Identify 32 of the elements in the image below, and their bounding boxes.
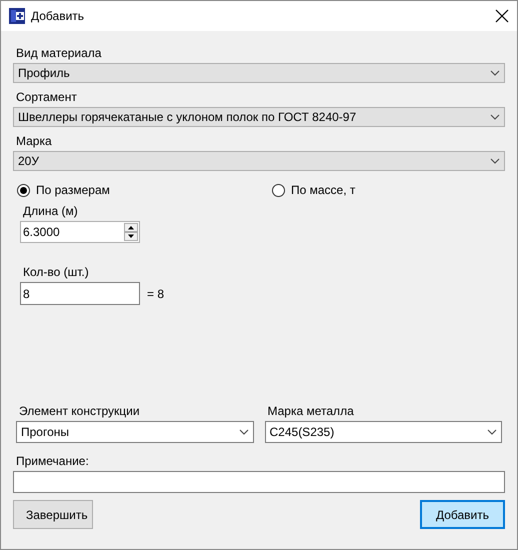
chevron-down-icon <box>490 158 500 164</box>
note-field[interactable] <box>13 471 505 493</box>
number-spinner[interactable]: 6.3000 <box>20 221 140 243</box>
chevron-down-icon <box>490 114 500 120</box>
field-label: Марка металла <box>268 404 355 418</box>
field-label: Вид материала <box>16 46 102 60</box>
dropdown[interactable]: С245(S235) <box>264 421 502 443</box>
field-label: Длина (м) <box>23 204 79 218</box>
field-label: Элемент конструкции <box>19 404 141 418</box>
chevron-down-icon <box>490 70 500 76</box>
radio-button[interactable] <box>272 184 285 196</box>
input-field[interactable]: 8 <box>20 282 140 305</box>
field-label: Марка <box>16 134 53 148</box>
radio-label[interactable]: По размерам <box>36 183 110 197</box>
dialog-button[interactable]: Завершить <box>13 500 93 529</box>
dropdown[interactable]: 20У <box>13 151 505 171</box>
dropdown[interactable]: Швеллеры горячекатаные с уклоном полок по ГОСТ 8240-97 <box>13 107 505 127</box>
radio-label[interactable]: По массе, т <box>291 183 356 197</box>
field-label: Кол-во (шт.) <box>23 265 90 279</box>
spin-arrows-icon[interactable] <box>124 223 138 241</box>
window-title: Добавить <box>31 9 86 23</box>
dialog-button[interactable]: Добавить <box>420 500 505 529</box>
field-label: Примечание: <box>16 454 90 468</box>
radio-button[interactable] <box>17 184 30 196</box>
dropdown[interactable]: Прогоны <box>16 421 254 443</box>
chevron-down-icon <box>238 429 248 435</box>
chevron-down-icon <box>487 429 497 435</box>
dropdown[interactable]: Профиль <box>13 63 505 83</box>
close-icon[interactable] <box>495 9 509 23</box>
result-text: = 8 <box>147 286 164 300</box>
field-label: Сортамент <box>16 90 78 104</box>
app-icon <box>9 8 25 24</box>
